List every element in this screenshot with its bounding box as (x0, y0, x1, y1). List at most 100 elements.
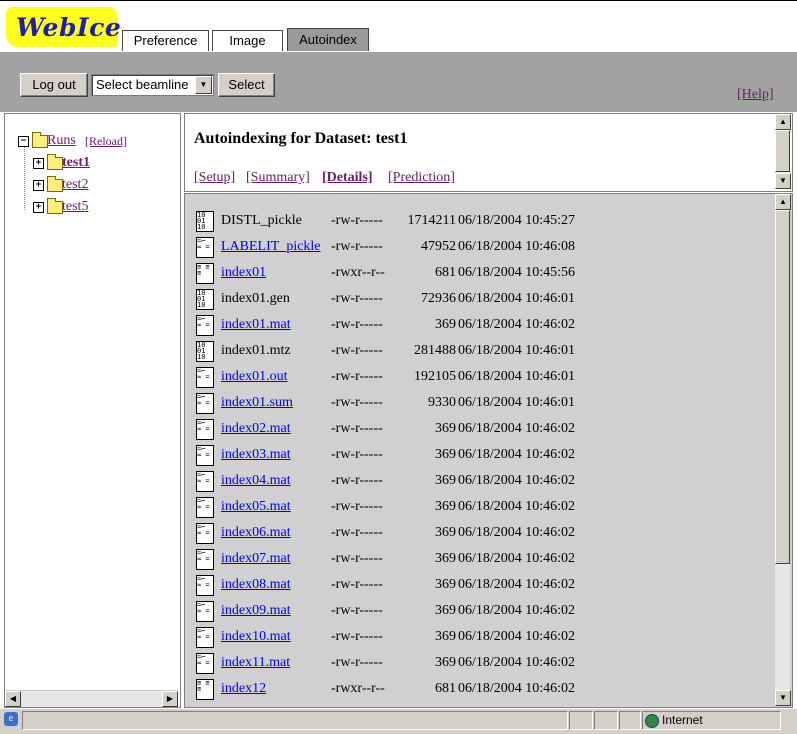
file-row: =⌐ ≈ = index01.sum -rw-r----- 9330 06/18/200… (196, 393, 776, 415)
text-file-icon[interactable]: ≡ ≡ ≡ (196, 679, 214, 700)
file-permissions: -rw-r----- (331, 343, 383, 358)
file-row: =⌐ ≈ = index01.out -rw-r----- 192105 06/18/2… (196, 367, 776, 389)
file-size: 369 (435, 525, 456, 540)
script-file-icon[interactable]: =⌐ ≈ = (196, 315, 214, 336)
scroll-thumb[interactable] (775, 130, 790, 172)
chevron-down-icon[interactable]: ▼ (195, 76, 212, 94)
file-name[interactable]: index01 (221, 265, 266, 281)
scroll-down-icon[interactable]: ▼ (775, 173, 791, 189)
file-date: 06/18/2004 10:46:02 (458, 629, 576, 644)
prediction-link[interactable]: [Prediction] (388, 170, 455, 186)
script-file-icon[interactable]: =⌐ ≈ = (196, 601, 214, 622)
summary-link[interactable]: [Summary] (246, 170, 310, 186)
script-file-icon[interactable]: =⌐ ≈ = (196, 627, 214, 648)
script-file-icon[interactable]: =⌐ ≈ = (196, 575, 214, 596)
file-date: 06/18/2004 10:45:27 (458, 213, 576, 228)
page-icon: e (4, 712, 18, 726)
help-link[interactable]: [Help] (737, 87, 774, 103)
vertical-scrollbar[interactable]: ▲ ▼ (775, 114, 791, 189)
tab-autoindex[interactable]: Autoindex (287, 28, 369, 51)
file-name[interactable]: index04.mat (221, 473, 291, 489)
expand-icon[interactable]: + (33, 158, 44, 169)
script-file-icon[interactable]: =⌐ ≈ = (196, 523, 214, 544)
file-name[interactable]: index11.mat (221, 655, 290, 671)
scroll-thumb[interactable] (775, 210, 790, 564)
script-file-icon[interactable]: =⌐ ≈ = (196, 367, 214, 388)
collapse-icon[interactable]: − (18, 136, 29, 147)
script-file-icon[interactable]: =⌐ ≈ = (196, 549, 214, 570)
scroll-up-icon[interactable]: ▲ (775, 194, 791, 210)
file-size: 681 (435, 681, 456, 696)
script-file-icon[interactable]: =⌐ ≈ = (196, 653, 214, 674)
file-date: 06/18/2004 10:46:02 (458, 551, 576, 566)
file-name[interactable]: index01.out (221, 369, 288, 385)
script-file-icon[interactable]: =⌐ ≈ = (196, 471, 214, 492)
horizontal-scrollbar[interactable]: ◀ ▶ (5, 690, 178, 707)
scroll-right-icon[interactable]: ▶ (162, 691, 178, 707)
file-date: 06/18/2004 10:46:02 (458, 317, 576, 332)
file-permissions: -rw-r----- (331, 629, 383, 644)
file-name[interactable]: index03.mat (221, 447, 291, 463)
select-button[interactable]: Select (218, 73, 275, 97)
file-name[interactable]: index12 (221, 681, 266, 697)
tree-item-test2[interactable]: test2 (62, 177, 88, 193)
status-pane (594, 711, 618, 730)
tree-item-test1[interactable]: test1 (62, 155, 90, 171)
text-file-icon[interactable]: ≡ ≡ ≡ (196, 263, 214, 284)
file-name[interactable]: index01.mat (221, 317, 291, 333)
file-name[interactable]: index08.mat (221, 577, 291, 593)
scroll-down-icon[interactable]: ▼ (775, 690, 791, 706)
scroll-left-icon[interactable]: ◀ (5, 691, 21, 707)
file-size: 192105 (414, 369, 456, 384)
file-permissions: -rwxr--r-- (331, 265, 385, 280)
setup-link[interactable]: [Setup] (194, 170, 235, 186)
details-link[interactable]: [Details] (322, 170, 373, 186)
file-size: 47952 (421, 239, 456, 254)
file-name[interactable]: index06.mat (221, 525, 291, 541)
file-name[interactable]: index10.mat (221, 629, 291, 645)
file-size: 369 (435, 577, 456, 592)
file-row: =⌐ ≈ = index06.mat -rw-r----- 369 06/18/2004… (196, 523, 776, 545)
file-size: 681 (435, 265, 456, 280)
beamline-select[interactable]: Select beamline ▼ (91, 74, 214, 96)
script-file-icon[interactable]: =⌐ ≈ = (196, 419, 214, 440)
file-name[interactable]: index07.mat (221, 551, 291, 567)
file-size: 72936 (421, 291, 456, 306)
header-bar: WebIce (0, 0, 797, 53)
status-pane (619, 711, 641, 730)
run-tree-panel (4, 113, 181, 708)
webice-logo: WebIce (6, 7, 121, 47)
logout-button[interactable]: Log out (20, 73, 88, 97)
script-file-icon[interactable]: =⌐ ≈ = (196, 445, 214, 466)
file-permissions: -rw-r----- (331, 395, 383, 410)
script-file-icon[interactable]: =⌐ ≈ = (196, 497, 214, 518)
file-row: =⌐ ≈ = index08.mat -rw-r----- 369 06/18/2004… (196, 575, 776, 597)
tree-item-test5[interactable]: test5 (62, 199, 88, 215)
tab-image[interactable]: Image (212, 30, 283, 51)
file-date: 06/18/2004 10:46:02 (458, 681, 576, 696)
file-name[interactable]: index02.mat (221, 421, 291, 437)
folder-icon (47, 198, 63, 214)
file-name[interactable]: index01.sum (221, 395, 293, 411)
file-row: =⌐ ≈ = LABELIT_pickle -rw-r----- 47952 06/18… (196, 237, 776, 259)
file-name[interactable]: index09.mat (221, 603, 291, 619)
file-row: =⌐ ≈ = index01.mat -rw-r----- 369 06/18/2004… (196, 315, 776, 337)
status-text-pane (22, 711, 568, 730)
file-permissions: -rw-r----- (331, 655, 383, 670)
file-date: 06/18/2004 10:46:01 (458, 395, 576, 410)
file-permissions: -rw-r----- (331, 213, 383, 228)
expand-icon[interactable]: + (33, 202, 44, 213)
file-name[interactable]: LABELIT_pickle (221, 239, 321, 255)
file-permissions: -rw-r----- (331, 603, 383, 618)
scroll-up-icon[interactable]: ▲ (775, 114, 791, 130)
expand-icon[interactable]: + (33, 180, 44, 191)
reload-link[interactable]: [Reload] (85, 134, 127, 149)
script-file-icon[interactable]: =⌐ ≈ = (196, 393, 214, 414)
file-permissions: -rw-r----- (331, 317, 383, 332)
file-name[interactable]: index05.mat (221, 499, 291, 515)
tree-root-runs[interactable]: Runs (47, 133, 76, 149)
file-size: 1714211 (407, 213, 456, 228)
script-file-icon[interactable]: =⌐ ≈ = (196, 237, 214, 258)
tab-preference[interactable]: Preference (122, 30, 209, 51)
vertical-scrollbar[interactable]: ▲ ▼ (775, 194, 791, 706)
